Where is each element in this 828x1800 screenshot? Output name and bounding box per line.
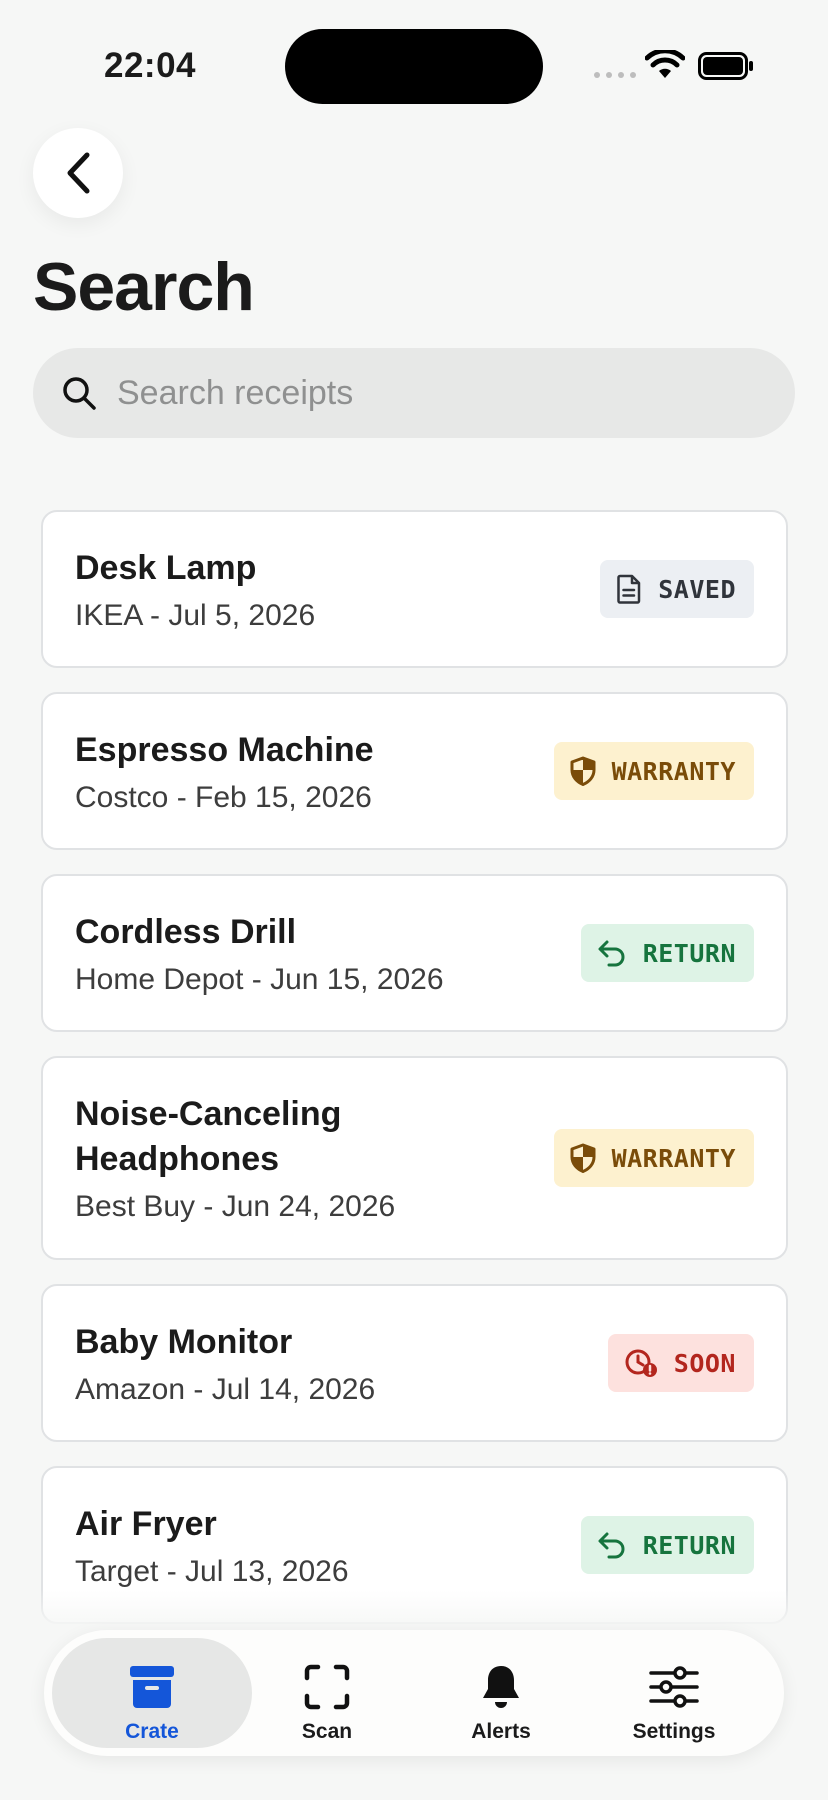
- tab-label: Alerts: [471, 1720, 531, 1743]
- search-bar[interactable]: [33, 348, 795, 438]
- receipt-list: Desk Lamp IKEA - Jul 5, 2026 SAVED Espre…: [41, 510, 788, 1648]
- receipt-card[interactable]: Noise-Canceling Headphones Best Buy - Ju…: [41, 1056, 788, 1260]
- tab-alerts[interactable]: Alerts: [401, 1638, 601, 1748]
- status-badge-soon: SOON: [607, 1334, 754, 1392]
- list-fade: [0, 1590, 828, 1630]
- scan-frame-icon: [304, 1664, 350, 1710]
- sliders-icon: [649, 1666, 699, 1708]
- receipt-card[interactable]: Baby Monitor Amazon - Jul 14, 2026 SOON: [41, 1284, 788, 1442]
- badge-label: WARRANTY: [611, 756, 736, 786]
- archive-box-icon: [130, 1666, 174, 1708]
- battery-icon: [698, 52, 753, 80]
- receipt-text: Espresso Machine Costco - Feb 15, 2026: [75, 728, 374, 815]
- receipt-title: Noise-Canceling Headphones: [75, 1095, 342, 1178]
- status-badge-return: RETURN: [580, 924, 754, 982]
- tab-label: Settings: [632, 1720, 716, 1743]
- status-badge-saved: SAVED: [600, 560, 754, 618]
- receipt-card[interactable]: Cordless Drill Home Depot - Jun 15, 2026…: [41, 874, 788, 1032]
- dynamic-island: [285, 29, 543, 104]
- receipt-subtitle: Amazon - Jul 14, 2026: [75, 1372, 376, 1406]
- receipt-title: Baby Monitor: [75, 1322, 293, 1361]
- badge-label: WARRANTY: [611, 1143, 736, 1173]
- tab-crate[interactable]: Crate: [52, 1638, 252, 1748]
- receipt-text: Noise-Canceling Headphones Best Buy - Ju…: [75, 1092, 495, 1224]
- receipt-text: Cordless Drill Home Depot - Jun 15, 2026: [75, 910, 444, 997]
- receipt-text: Baby Monitor Amazon - Jul 14, 2026: [75, 1320, 375, 1407]
- receipt-title: Cordless Drill: [75, 912, 297, 951]
- status-badge-return: RETURN: [580, 1516, 754, 1574]
- badge-label: SAVED: [658, 574, 736, 604]
- receipt-text: Desk Lamp IKEA - Jul 5, 2026: [75, 546, 315, 633]
- return-arrow-icon: [598, 940, 625, 967]
- wifi-icon: [645, 50, 685, 78]
- page-title: Search: [33, 249, 255, 325]
- badge-label: RETURN: [642, 938, 736, 968]
- status-time: 22:04: [104, 46, 197, 85]
- document-icon: [617, 574, 641, 604]
- receipt-subtitle: IKEA - Jul 5, 2026: [75, 598, 316, 632]
- tab-bar: Crate Scan Alerts Settings: [44, 1630, 784, 1756]
- search-input[interactable]: [115, 372, 739, 414]
- receipt-card[interactable]: Espresso Machine Costco - Feb 15, 2026 W…: [41, 692, 788, 850]
- receipt-card[interactable]: Desk Lamp IKEA - Jul 5, 2026 SAVED: [41, 510, 788, 668]
- receipt-title: Desk Lamp: [75, 548, 257, 587]
- return-arrow-icon: [598, 1532, 625, 1559]
- receipt-subtitle: Best Buy - Jun 24, 2026: [75, 1190, 396, 1223]
- tab-scan[interactable]: Scan: [227, 1638, 427, 1748]
- receipt-subtitle: Costco - Feb 15, 2026: [75, 780, 372, 814]
- receipt-text: Air Fryer Target - Jul 13, 2026: [75, 1502, 349, 1589]
- status-bar: 22:04: [0, 0, 828, 120]
- receipt-title: Air Fryer: [75, 1504, 217, 1543]
- status-badge-warranty: WARRANTY: [553, 742, 754, 800]
- tab-label: Crate: [125, 1720, 179, 1743]
- search-icon: [63, 377, 96, 410]
- receipt-title: Espresso Machine: [75, 730, 374, 769]
- cellular-signal-icon: [594, 72, 636, 78]
- chevron-left-icon: [67, 152, 90, 194]
- badge-label: RETURN: [642, 1530, 736, 1560]
- receipt-subtitle: Target - Jul 13, 2026: [75, 1554, 349, 1588]
- badge-label: SOON: [673, 1348, 736, 1378]
- status-badge-warranty: WARRANTY: [553, 1129, 754, 1187]
- receipt-subtitle: Home Depot - Jun 15, 2026: [75, 962, 444, 996]
- back-button[interactable]: [33, 128, 123, 218]
- bell-icon: [483, 1666, 519, 1708]
- clock-alert-icon: [625, 1349, 657, 1377]
- shield-icon: [570, 1143, 596, 1173]
- shield-icon: [570, 756, 596, 786]
- tab-settings[interactable]: Settings: [574, 1638, 774, 1748]
- tab-label: Scan: [301, 1720, 353, 1743]
